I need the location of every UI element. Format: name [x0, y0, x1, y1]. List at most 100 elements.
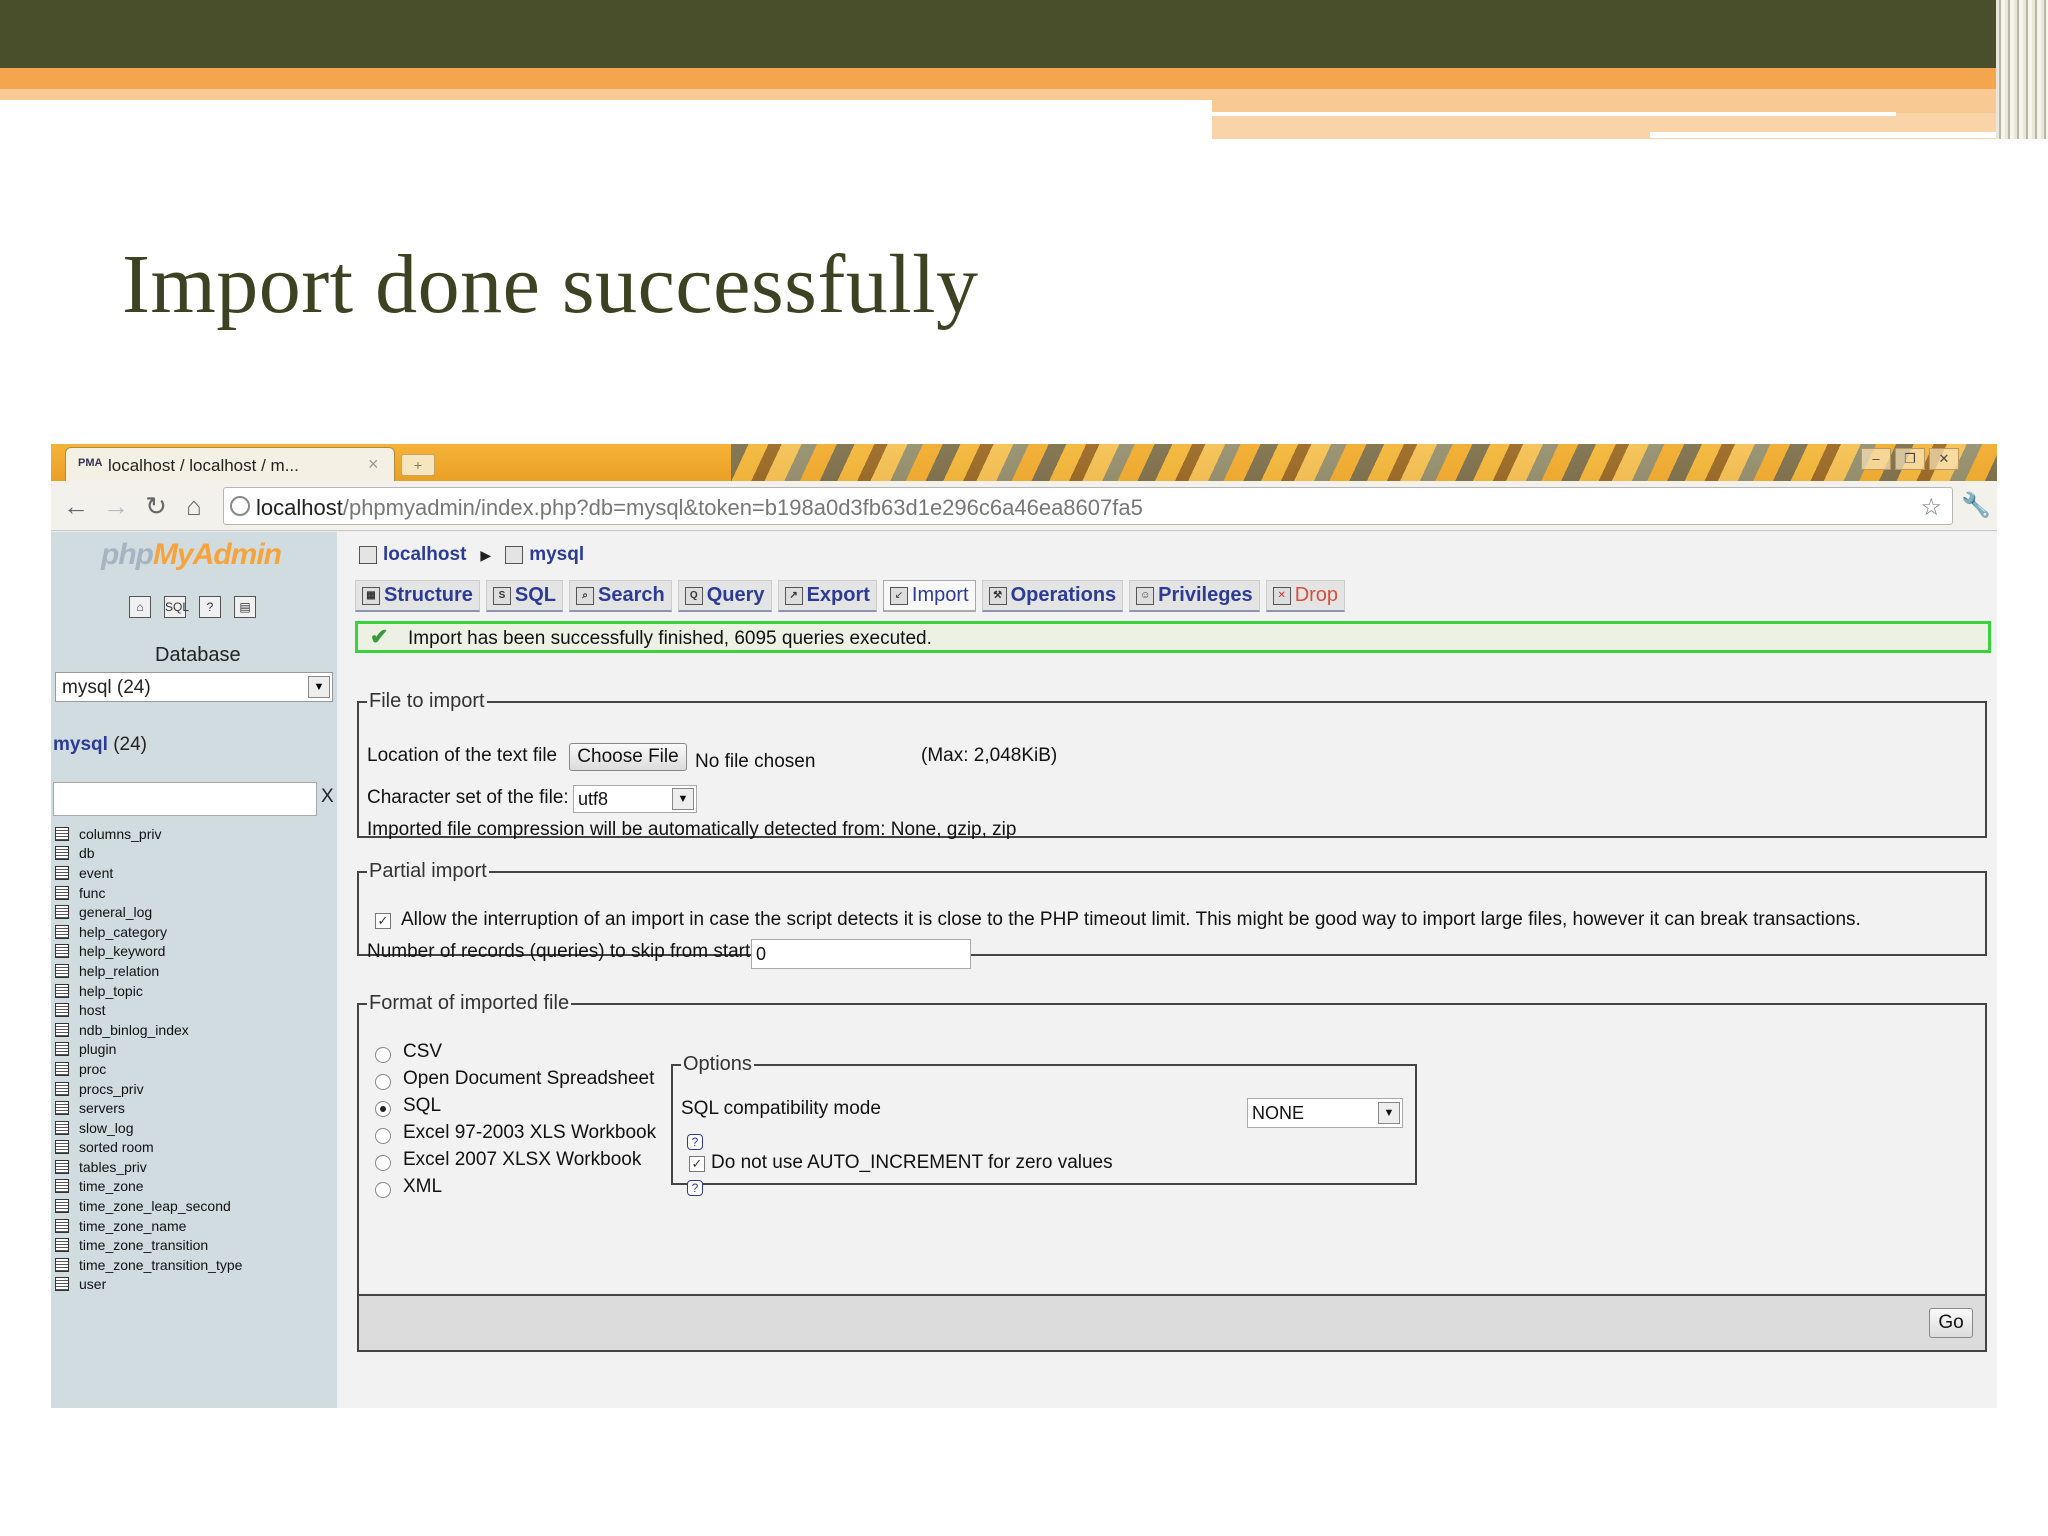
table-icon[interactable] — [55, 1140, 69, 1155]
help-icon[interactable]: ? — [687, 1180, 703, 1196]
database-select[interactable]: mysql (24) ▼ — [55, 672, 333, 702]
skip-queries-input[interactable]: 0 — [751, 939, 971, 969]
radio-xlsx[interactable] — [375, 1155, 391, 1171]
charset-select[interactable]: utf8 ▼ — [573, 785, 697, 813]
tab-import[interactable]: ↙ Import — [882, 580, 976, 612]
table-icon[interactable] — [55, 1257, 69, 1272]
breadcrumb-database[interactable]: mysql — [529, 544, 584, 566]
table-icon[interactable] — [55, 1199, 69, 1214]
go-button[interactable]: Go — [1929, 1308, 1973, 1338]
table-icon[interactable] — [55, 1022, 69, 1037]
radio-xml[interactable] — [375, 1182, 391, 1198]
table-item[interactable]: func — [55, 883, 242, 903]
table-item[interactable]: db — [55, 844, 242, 864]
table-icon[interactable] — [55, 1042, 69, 1057]
table-item[interactable]: procs_priv — [55, 1079, 242, 1099]
tab-sql[interactable]: S SQL — [485, 580, 564, 612]
home-icon[interactable]: ⌂ — [179, 491, 209, 522]
table-icon[interactable] — [55, 865, 69, 880]
table-icon[interactable] — [55, 846, 69, 861]
tab-drop[interactable]: ✕ Drop — [1265, 580, 1346, 612]
options-legend: Options — [683, 1053, 752, 1075]
table-icon[interactable] — [55, 1159, 69, 1174]
choose-file-button[interactable]: Choose File — [569, 743, 687, 771]
home-icon[interactable]: ⌂ — [129, 596, 151, 618]
table-item[interactable]: time_zone_leap_second — [55, 1196, 242, 1216]
table-item[interactable]: time_zone_transition_type — [55, 1255, 242, 1275]
radio-sql[interactable] — [375, 1101, 391, 1117]
table-icon[interactable] — [55, 1277, 69, 1292]
radio-csv[interactable] — [375, 1047, 391, 1063]
table-item[interactable]: help_topic — [55, 981, 242, 1001]
table-item[interactable]: event — [55, 863, 242, 883]
tab-query[interactable]: Q Query — [677, 580, 772, 612]
tab-structure[interactable]: ▦ Structure — [355, 580, 480, 612]
table-item[interactable]: help_relation — [55, 961, 242, 981]
compat-mode-select[interactable]: NONE ▼ — [1247, 1098, 1403, 1128]
table-item[interactable]: user — [55, 1275, 242, 1295]
wrench-menu-icon[interactable]: 🔧 — [1961, 491, 1991, 520]
window-close-icon[interactable]: ✕ — [1929, 448, 1959, 470]
forward-icon[interactable]: → — [101, 491, 131, 522]
table-icon[interactable] — [55, 1179, 69, 1194]
table-item[interactable]: help_category — [55, 922, 242, 942]
table-icon[interactable] — [55, 885, 69, 900]
breadcrumb-server[interactable]: localhost — [383, 544, 466, 566]
table-item[interactable]: columns_priv — [55, 824, 242, 844]
table-filter-input[interactable] — [53, 782, 317, 816]
bookmark-star-icon[interactable]: ☆ — [1920, 493, 1942, 522]
table-item[interactable]: plugin — [55, 1040, 242, 1060]
no-auto-increment-checkbox[interactable]: ✓ — [689, 1156, 705, 1172]
table-item[interactable]: ndb_binlog_index — [55, 1020, 242, 1040]
table-icon[interactable] — [55, 1218, 69, 1233]
radio-xls[interactable] — [375, 1128, 391, 1144]
table-item[interactable]: general_log — [55, 902, 242, 922]
clear-filter-button[interactable]: X — [321, 786, 334, 808]
table-icon[interactable] — [55, 826, 69, 841]
table-icon[interactable] — [55, 1238, 69, 1253]
table-icon[interactable] — [55, 905, 69, 920]
phpmyadmin-logo[interactable]: phpMyAdmin — [101, 538, 282, 572]
tab-search[interactable]: ⌕ Search — [569, 580, 672, 612]
tab-close-icon[interactable]: × — [368, 454, 379, 475]
table-icon[interactable] — [55, 963, 69, 978]
format-option-label: Excel 97-2003 XLS Workbook — [403, 1122, 657, 1143]
table-item[interactable]: help_keyword — [55, 942, 242, 962]
docs-icon[interactable]: ▤ — [234, 596, 256, 618]
reload-icon[interactable]: ↻ — [141, 491, 171, 522]
table-item[interactable]: host — [55, 1000, 242, 1020]
table-item[interactable]: tables_priv — [55, 1157, 242, 1177]
table-item[interactable]: slow_log — [55, 1118, 242, 1138]
documentation-icon[interactable]: ? — [199, 596, 221, 618]
tab-export[interactable]: ↗ Export — [777, 580, 877, 612]
table-icon[interactable] — [55, 1081, 69, 1096]
tab-privileges[interactable]: ☺ Privileges — [1129, 580, 1260, 612]
table-icon[interactable] — [55, 1120, 69, 1135]
table-item[interactable]: time_zone_name — [55, 1216, 242, 1236]
table-item[interactable]: sorted room — [55, 1138, 242, 1158]
tab-operations[interactable]: ⚒ Operations — [981, 580, 1124, 612]
table-item[interactable]: proc — [55, 1059, 242, 1079]
radio-ods[interactable] — [375, 1074, 391, 1090]
page-info-icon[interactable] — [230, 496, 250, 516]
help-icon[interactable]: ? — [687, 1134, 703, 1150]
minimize-icon[interactable]: – — [1861, 448, 1891, 470]
table-icon[interactable] — [55, 1003, 69, 1018]
allow-interrupt-checkbox[interactable]: ✓ — [375, 913, 391, 929]
table-icon[interactable] — [55, 983, 69, 998]
operations-icon: ⚒ — [988, 586, 1007, 605]
browser-tab[interactable]: PMA localhost / localhost / m... × — [65, 447, 395, 481]
table-icon[interactable] — [55, 1101, 69, 1116]
table-icon[interactable] — [55, 1061, 69, 1076]
table-icon[interactable] — [55, 924, 69, 939]
database-link[interactable]: mysql (24) — [53, 734, 147, 756]
restore-icon[interactable]: ❐ — [1895, 448, 1925, 470]
table-item[interactable]: time_zone_transition — [55, 1235, 242, 1255]
new-tab-button[interactable]: + — [401, 454, 435, 476]
address-bar[interactable]: localhost/phpmyadmin/index.php?db=mysql&… — [223, 487, 1953, 525]
table-icon[interactable] — [55, 944, 69, 959]
sql-window-icon[interactable]: SQL — [164, 596, 189, 618]
table-item[interactable]: time_zone — [55, 1177, 242, 1197]
back-icon[interactable]: ← — [61, 491, 91, 522]
table-item[interactable]: servers — [55, 1098, 242, 1118]
